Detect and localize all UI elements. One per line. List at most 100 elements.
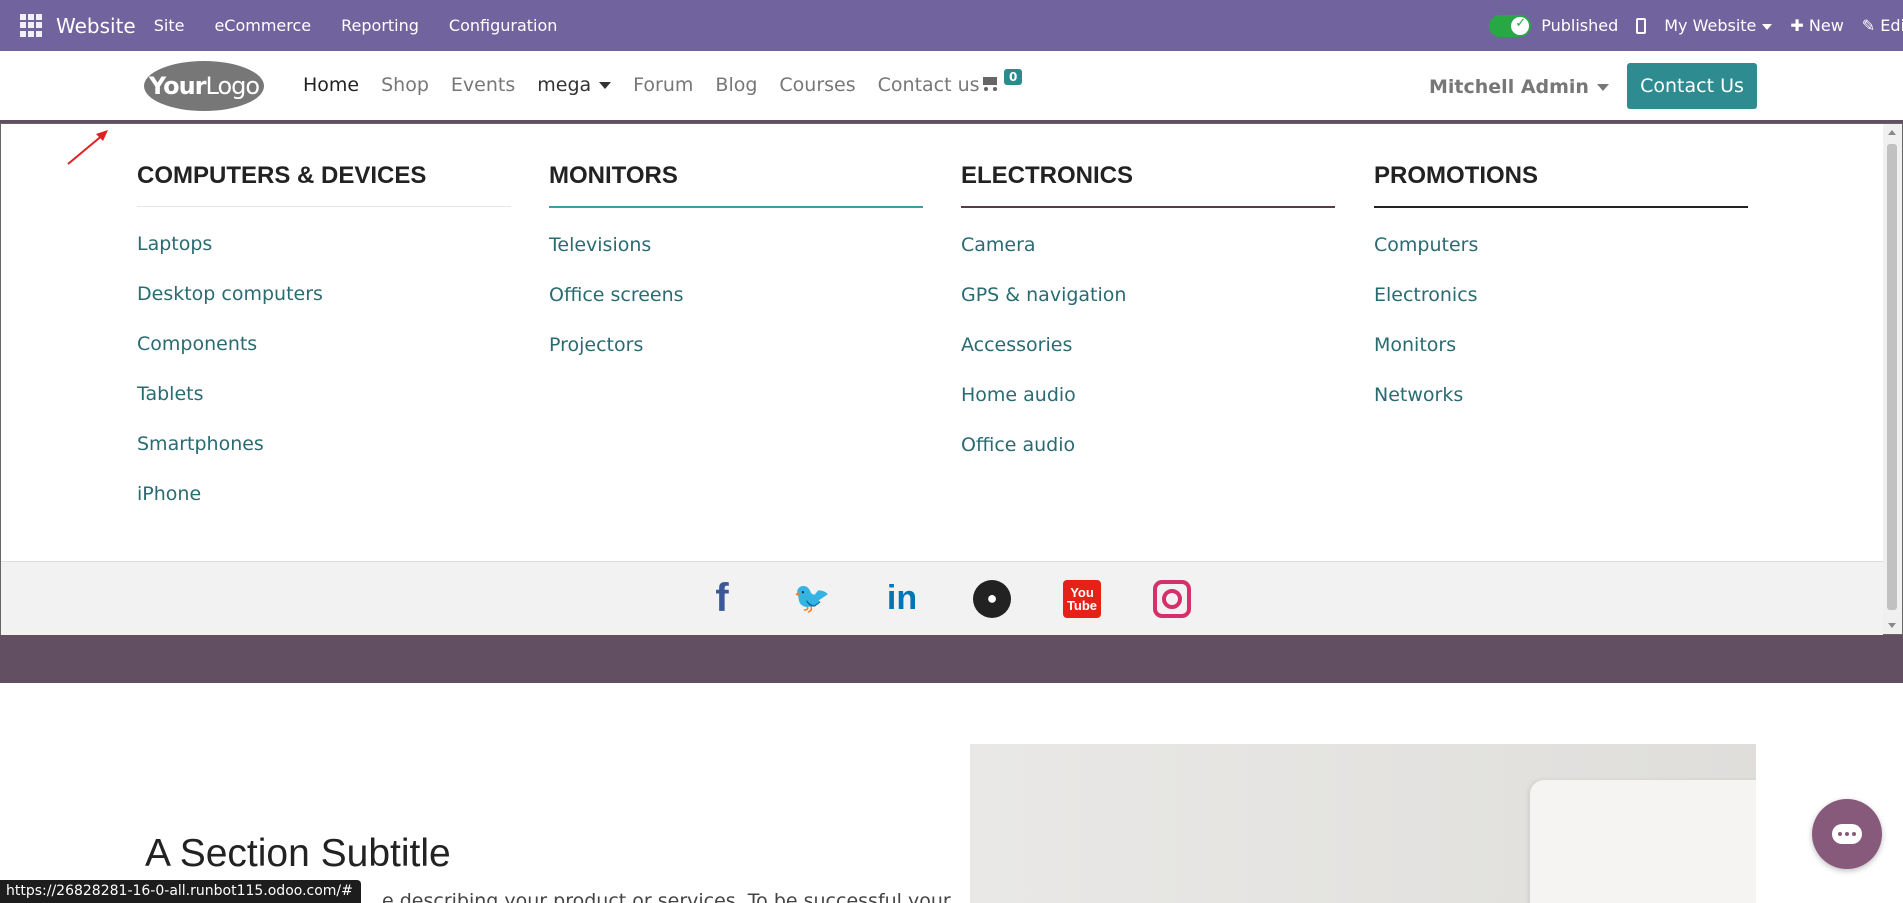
contact-us-button[interactable]: Contact Us [1627,63,1757,109]
linkedin-icon[interactable]: in [883,579,921,618]
mega-link[interactable]: Desktop computers [137,283,511,333]
new-button[interactable]: ✚ New [1790,16,1843,35]
site-header: Your Logo Home Shop Events mega Forum Blo… [0,51,1903,123]
website-selector-label: My Website [1664,16,1757,35]
published-label: Published [1541,16,1619,35]
admin-menu: Site eCommerce Reporting Configuration [154,16,558,35]
mega-link-text[interactable]: Desktop computers [137,283,323,305]
mega-link-text[interactable]: Smartphones [137,433,264,455]
mega-link-text[interactable]: GPS & navigation [961,284,1126,306]
nav-events[interactable]: Events [451,74,515,96]
mega-column-computers: COMPUTERS & DEVICES Laptops Desktop comp… [137,162,511,533]
mega-link[interactable]: Tablets [137,383,511,433]
mega-link[interactable]: Projectors [549,334,923,384]
nav-blog[interactable]: Blog [715,74,757,96]
edit-label: Edi [1880,16,1903,35]
youtube-you-text: You [1070,584,1094,600]
mega-link-text[interactable]: Projectors [549,334,643,356]
check-icon: ✓ [1515,15,1527,31]
youtube-tube-text: Tube [1066,597,1098,613]
mega-link-text[interactable]: Computers [1374,234,1478,256]
mega-link[interactable]: Components [137,333,511,383]
nav-mega-dropdown[interactable]: mega [537,74,612,96]
scroll-up-icon[interactable] [1888,130,1896,135]
mega-link[interactable]: Computers [1374,234,1748,284]
instagram-icon[interactable] [1153,579,1191,618]
scrollbar-thumb[interactable] [1887,144,1897,610]
mega-link-text[interactable]: Monitors [1374,334,1456,356]
publish-toggle-group[interactable]: ✓ Published [1489,14,1619,37]
mega-link[interactable]: Smartphones [137,433,511,483]
mega-column-title: COMPUTERS & DEVICES [137,162,511,207]
mega-link[interactable]: Electronics [1374,284,1748,334]
admin-menu-ecommerce[interactable]: eCommerce [214,16,311,35]
browser-status-url: https://26828281-16-0-all.runbot115.odoo… [0,880,361,903]
mega-link[interactable]: Office screens [549,284,923,334]
admin-menu-site[interactable]: Site [154,16,185,35]
mega-link[interactable]: Televisions [549,234,923,284]
pencil-icon: ✎ [1861,16,1881,35]
mega-link-text[interactable]: iPhone [137,483,201,505]
nav-contact-us[interactable]: Contact us [878,74,980,96]
main-nav: Home Shop Events mega Forum Blog Courses… [303,74,980,96]
edit-button[interactable]: ✎ Edi [1862,16,1903,35]
app-brand[interactable]: Website [56,14,136,38]
mega-column-monitors: MONITORS Televisions Office screens Proj… [549,162,923,384]
mega-link[interactable]: Monitors [1374,334,1748,384]
logo-bold-text: Your [148,72,207,100]
mega-link[interactable]: iPhone [137,483,511,533]
mega-link[interactable]: Home audio [961,384,1335,434]
mega-link-text[interactable]: Camera [961,234,1036,256]
chevron-down-icon [1596,84,1609,91]
nav-forum[interactable]: Forum [633,74,693,96]
twitter-icon[interactable]: 🐦 [793,580,831,618]
github-icon[interactable]: ● [973,579,1011,618]
section-body-text: e describing your product or services. T… [382,890,951,903]
youtube-icon[interactable]: You Tube [1063,579,1101,618]
mega-link[interactable]: Camera [961,234,1335,284]
social-links-bar: f 🐦 in ● You Tube [1,561,1883,635]
mega-link[interactable]: Networks [1374,384,1748,434]
mega-link-text[interactable]: Accessories [961,334,1072,356]
scroll-down-icon[interactable] [1888,623,1896,628]
mega-link-text[interactable]: Office screens [549,284,684,306]
apps-grid-icon[interactable] [20,13,44,38]
live-chat-button[interactable] [1812,799,1882,869]
mega-link-text[interactable]: Electronics [1374,284,1478,306]
nav-courses[interactable]: Courses [779,74,855,96]
pointer-arrow-icon [67,130,108,165]
mega-link-text[interactable]: Tablets [137,383,203,405]
website-selector[interactable]: My Website [1664,16,1773,35]
mega-link[interactable]: Laptops [137,233,511,283]
mega-link-text[interactable]: Networks [1374,384,1463,406]
nav-home[interactable]: Home [303,74,359,96]
mega-link-text[interactable]: Components [137,333,257,355]
logo-text: Logo [205,72,261,100]
header-backdrop-band [0,635,1903,683]
mega-link[interactable]: GPS & navigation [961,284,1335,334]
chevron-down-icon [1762,23,1773,30]
site-logo[interactable]: Your Logo [144,61,264,111]
cart-link[interactable]: 0 [980,69,1023,91]
nav-mega-label: mega [537,74,592,96]
user-menu[interactable]: Mitchell Admin [1429,76,1609,98]
mega-link[interactable]: Office audio [961,434,1335,484]
plus-icon: ✚ [1790,16,1809,35]
mega-link[interactable]: Accessories [961,334,1335,384]
facebook-icon[interactable]: f [703,576,741,620]
mega-link-text[interactable]: Laptops [137,233,212,255]
publish-toggle[interactable]: ✓ [1489,14,1532,37]
admin-menu-reporting[interactable]: Reporting [341,16,419,35]
mega-menu-scrollbar[interactable] [1883,124,1902,634]
mega-link-text[interactable]: Home audio [961,384,1076,406]
cart-count-badge: 0 [1004,69,1023,85]
mega-column-promotions: PROMOTIONS Computers Electronics Monitor… [1374,162,1748,434]
mega-link-text[interactable]: Office audio [961,434,1075,456]
mega-column-title: ELECTRONICS [961,162,1335,208]
user-name: Mitchell Admin [1429,76,1589,98]
mobile-preview-icon[interactable] [1636,17,1647,34]
admin-menu-configuration[interactable]: Configuration [449,16,558,35]
mega-column-title: PROMOTIONS [1374,162,1748,208]
nav-shop[interactable]: Shop [381,74,429,96]
mega-link-text[interactable]: Televisions [549,234,651,256]
